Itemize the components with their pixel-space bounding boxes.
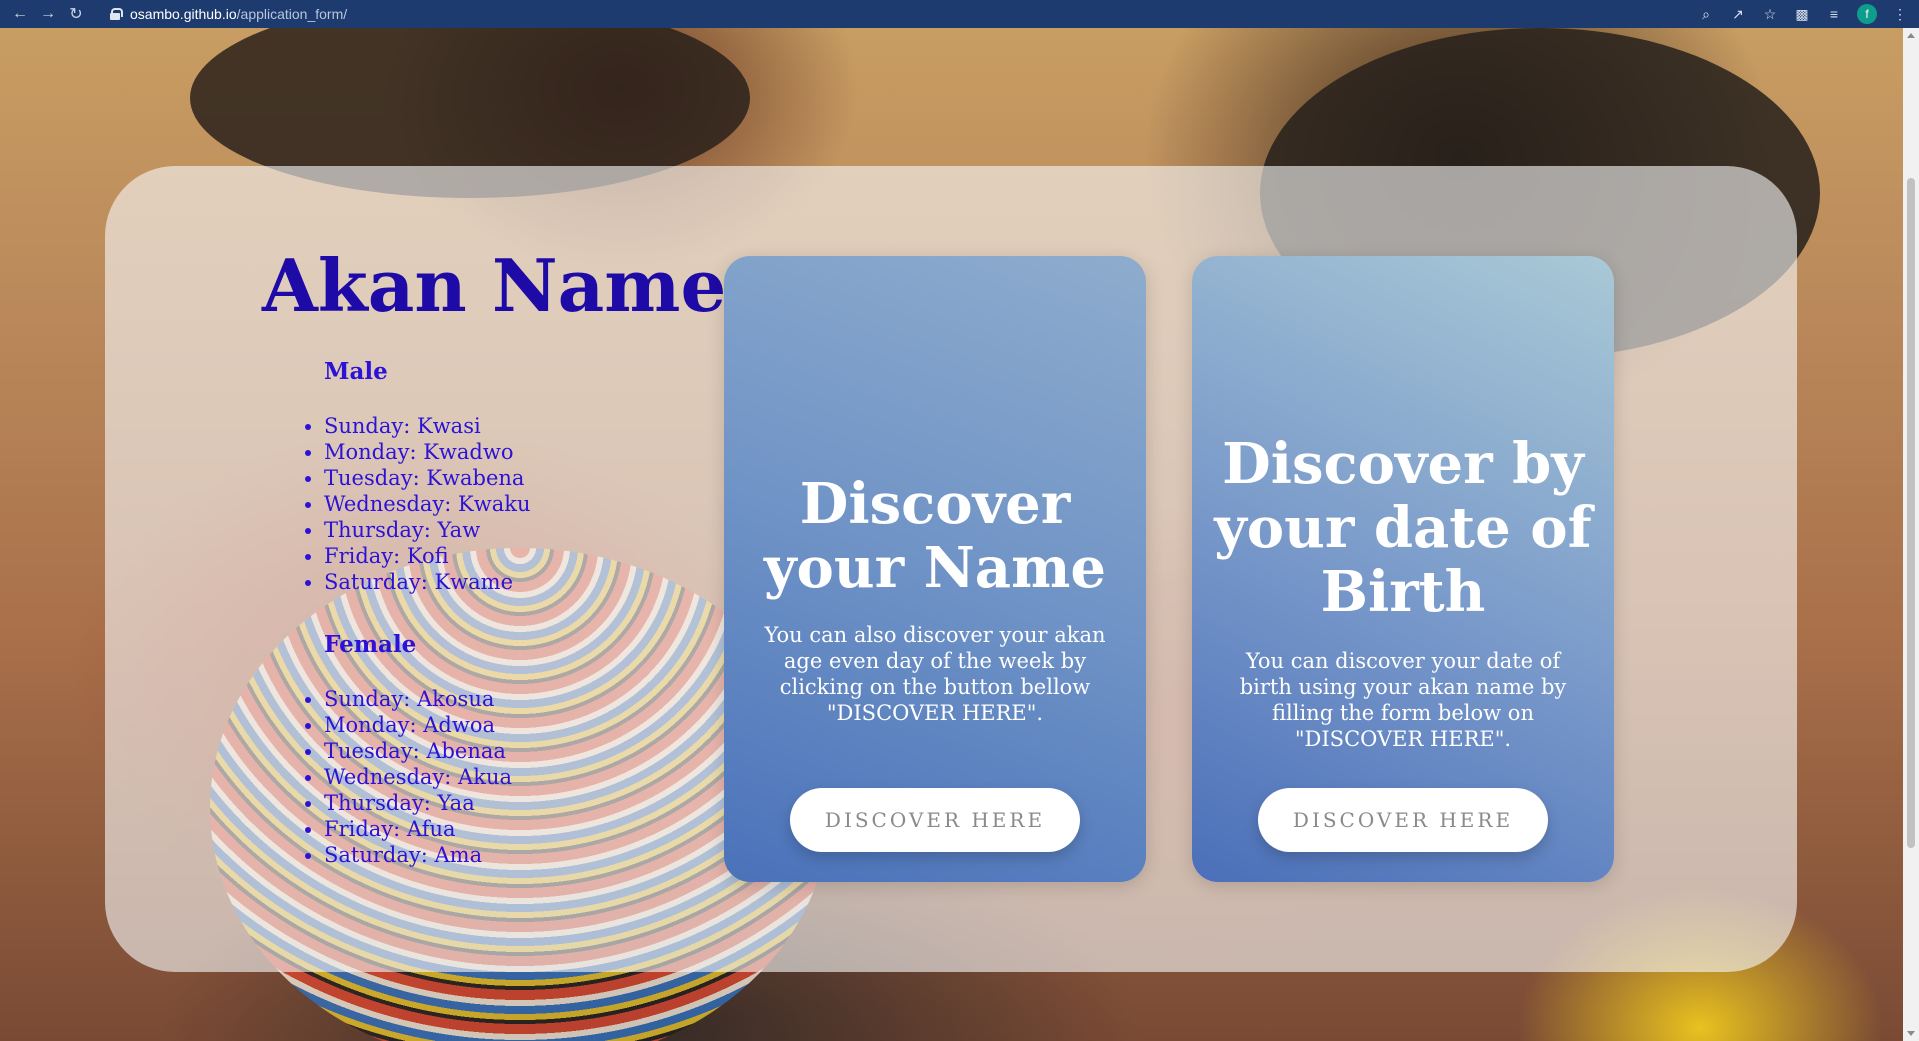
list-item: Friday: Afua bbox=[324, 816, 722, 842]
list-item: Wednesday: Kwaku bbox=[324, 491, 722, 517]
list-item: Saturday: Ama bbox=[324, 842, 722, 868]
list-item: Tuesday: Kwabena bbox=[324, 465, 722, 491]
list-item: Tuesday: Abenaa bbox=[324, 738, 722, 764]
share-icon[interactable]: ↗ bbox=[1729, 5, 1747, 23]
list-item: Wednesday: Akua bbox=[324, 764, 722, 790]
list-item: Monday: Adwoa bbox=[324, 712, 722, 738]
card-title: Discover by your date of Birth bbox=[1214, 431, 1592, 625]
profile-avatar[interactable]: f bbox=[1857, 4, 1877, 24]
scrollbar-thumb[interactable] bbox=[1907, 178, 1915, 848]
female-heading: Female bbox=[324, 631, 417, 658]
back-arrow-icon[interactable]: ← bbox=[6, 0, 34, 28]
menu-kebab-icon[interactable]: ⋮ bbox=[1891, 5, 1909, 23]
list-item: Sunday: Kwasi bbox=[324, 413, 722, 439]
url-host: osambo.github.io bbox=[130, 6, 237, 22]
address-bar[interactable]: osambo.github.io/application_form/ bbox=[100, 3, 1660, 25]
zoom-icon[interactable]: ⌕ bbox=[1697, 5, 1715, 23]
list-item: Friday: Kofi bbox=[324, 543, 722, 569]
card-title: Discover your Name bbox=[764, 471, 1106, 601]
discover-birth-date-button[interactable]: DISCOVER HERE bbox=[1258, 788, 1548, 852]
akan-names-intro: Akan Names Male Sunday: Kwasi Monday: Kw… bbox=[262, 243, 767, 868]
male-names-list: Sunday: Kwasi Monday: Kwadwo Tuesday: Kw… bbox=[324, 413, 722, 595]
card-description: You can also discover your akan age even… bbox=[764, 623, 1106, 725]
scroll-down-icon[interactable] bbox=[1907, 1031, 1915, 1036]
url-path: /application_form/ bbox=[236, 6, 348, 22]
browser-toolbar: ← → ↻ osambo.github.io/application_form/… bbox=[0, 0, 1919, 28]
female-names-list: Sunday: Akosua Monday: Adwoa Tuesday: Ab… bbox=[324, 686, 722, 868]
list-item: Thursday: Yaa bbox=[324, 790, 722, 816]
card-description: You can discover your date of birth usin… bbox=[1239, 649, 1567, 751]
scroll-up-icon[interactable] bbox=[1907, 33, 1915, 38]
list-item: Monday: Kwadwo bbox=[324, 439, 722, 465]
bookmark-star-icon[interactable]: ☆ bbox=[1761, 5, 1779, 23]
list-item: Saturday: Kwame bbox=[324, 569, 722, 595]
reading-list-icon[interactable]: ≡ bbox=[1825, 5, 1843, 23]
list-item: Thursday: Yaw bbox=[324, 517, 722, 543]
lock-icon bbox=[110, 8, 123, 20]
page-title: Akan Names bbox=[262, 243, 767, 328]
reload-icon[interactable]: ↻ bbox=[62, 0, 90, 28]
discover-name-button[interactable]: DISCOVER HERE bbox=[790, 788, 1080, 852]
discover-birth-date-card: Discover by your date of Birth You can d… bbox=[1192, 256, 1614, 882]
list-item: Sunday: Akosua bbox=[324, 686, 722, 712]
male-heading: Male bbox=[324, 358, 388, 385]
discover-name-card: Discover your Name You can also discover… bbox=[724, 256, 1146, 882]
forward-arrow-icon[interactable]: → bbox=[34, 0, 62, 28]
page-scrollbar[interactable] bbox=[1903, 28, 1919, 1041]
extensions-puzzle-icon[interactable]: ▩ bbox=[1793, 5, 1811, 23]
